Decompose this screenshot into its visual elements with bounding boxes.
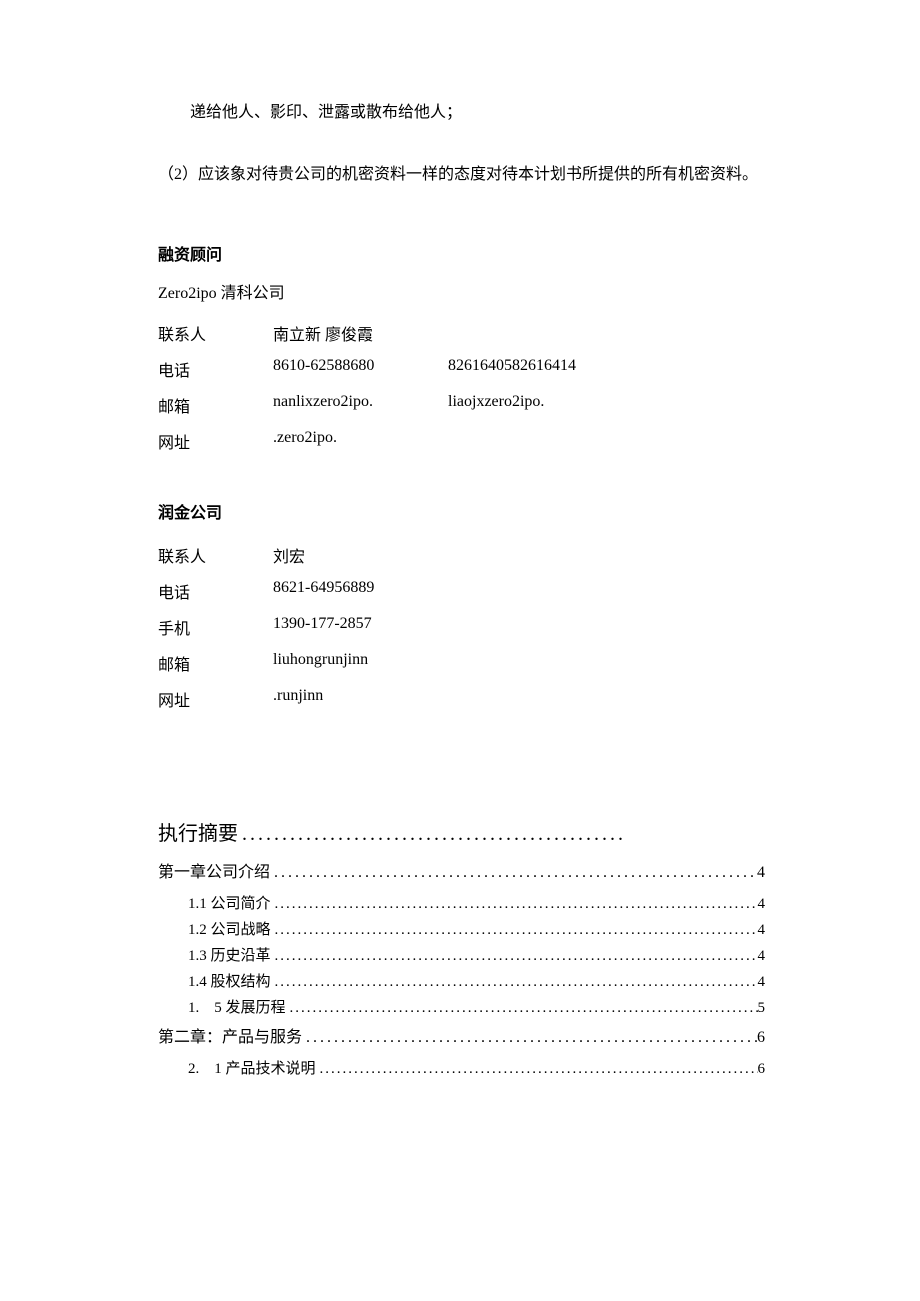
company2-block: 润金公司 联系人 刘宏 电话 8621-64956889 手机 1390-177… [158,499,765,717]
toc-page: 6 [758,1061,766,1078]
toc-exec-summary: 执行摘要 ...................................… [158,817,765,846]
company2-contact-row: 联系人 刘宏 [158,537,448,573]
toc-text: 执行摘要 [158,817,238,846]
toc-leader: ........................................… [316,1061,758,1078]
toc-leader: ........................................… [302,1029,757,1047]
value-email: liuhongrunjinn [273,645,448,681]
label-phone: 电话 [158,573,273,609]
toc-page: 5 [758,1000,766,1017]
toc-ch1: 第一章公司介绍 ................................… [158,858,765,882]
label-web: 网址 [158,681,273,717]
label-web: 网址 [158,423,273,459]
value-web-2 [448,423,648,459]
value-phone: 8621-64956889 [273,573,448,609]
toc-text: 1. 5 发展历程 [188,996,286,1017]
toc-text: 1.4 股权结构 [188,970,271,991]
body-line-1: 递给他人、影印、泄露或散布给他人； [158,100,765,126]
advisor-company: Zero2ipo 清科公司 [158,279,765,303]
advisor-heading: 融资顾问 [158,241,765,265]
company2-email-row: 邮箱 liuhongrunjinn [158,645,448,681]
value-mobile: 1390-177-2857 [273,609,448,645]
toc-ch1-3: 1.3 历史沿革 ...............................… [158,944,765,965]
toc-ch1-2: 1.2 公司战略 ...............................… [158,918,765,939]
label-email: 邮箱 [158,387,273,423]
toc-ch2: 第二章：产品与服务 ..............................… [158,1023,765,1047]
company2-contact-table: 联系人 刘宏 电话 8621-64956889 手机 1390-177-2857… [158,537,448,717]
label-email: 邮箱 [158,645,273,681]
value-email-2: liaojxzero2ipo. [448,387,648,423]
toc-page: 4 [758,922,766,939]
toc-text: 1.2 公司战略 [188,918,271,939]
value-contact: 刘宏 [273,537,448,573]
body-line-2: （2）应该象对待贵公司的机密资料一样的态度对待本计划书所提供的所有机密资料。 [158,162,765,188]
toc-leader: ........................................… [271,896,758,913]
company2-mobile-row: 手机 1390-177-2857 [158,609,448,645]
toc-leader: ........................................… [271,974,758,991]
toc-page: 6 [757,1029,765,1047]
label-contact: 联系人 [158,537,273,573]
toc-leader: ........................................… [270,864,757,882]
toc-text: 第一章公司介绍 [158,858,270,882]
toc-text: 1.1 公司简介 [188,892,271,913]
toc-page: 4 [758,896,766,913]
table-of-contents: 执行摘要 ...................................… [158,817,765,1078]
advisor-email-row: 邮箱 nanlixzero2ipo. liaojxzero2ipo. [158,387,648,423]
value-phone-2: 8261640582616414 [448,351,648,387]
toc-ch2-1: 2. 1 产品技术说明 ............................… [158,1057,765,1078]
document-page: 递给他人、影印、泄露或散布给他人； （2）应该象对待贵公司的机密资料一样的态度对… [0,0,920,1301]
toc-ch1-4: 1.4 股权结构 ...............................… [158,970,765,991]
toc-leader: ........................................… [238,823,765,846]
toc-text: 第二章：产品与服务 [158,1023,302,1047]
company2-web-row: 网址 .runjinn [158,681,448,717]
value-web-1: .zero2ipo. [273,423,448,459]
advisor-contact-row: 联系人 南立新 廖俊霞 [158,315,648,351]
toc-ch1-1: 1.1 公司简介 ...............................… [158,892,765,913]
toc-page: 4 [757,864,765,882]
toc-leader: ........................................… [286,1000,758,1017]
label-mobile: 手机 [158,609,273,645]
advisor-contact-table: 联系人 南立新 廖俊霞 电话 8610-62588680 82616405826… [158,315,648,459]
toc-leader: ........................................… [271,922,758,939]
toc-text: 1.3 历史沿革 [188,944,271,965]
toc-leader: ........................................… [271,948,758,965]
company2-heading: 润金公司 [158,499,765,523]
label-contact: 联系人 [158,315,273,351]
value-contact-2 [448,315,648,351]
value-email-1: nanlixzero2ipo. [273,387,448,423]
advisor-block: 融资顾问 Zero2ipo 清科公司 联系人 南立新 廖俊霞 电话 8610-6… [158,241,765,459]
toc-page: 4 [758,948,766,965]
toc-text: 2. 1 产品技术说明 [188,1057,316,1078]
value-phone-1: 8610-62588680 [273,351,448,387]
toc-page: 4 [758,974,766,991]
value-contact-1: 南立新 廖俊霞 [273,315,448,351]
value-web: .runjinn [273,681,448,717]
toc-ch1-5: 1. 5 发展历程 ..............................… [158,996,765,1017]
advisor-phone-row: 电话 8610-62588680 8261640582616414 [158,351,648,387]
label-phone: 电话 [158,351,273,387]
company2-phone-row: 电话 8621-64956889 [158,573,448,609]
advisor-web-row: 网址 .zero2ipo. [158,423,648,459]
